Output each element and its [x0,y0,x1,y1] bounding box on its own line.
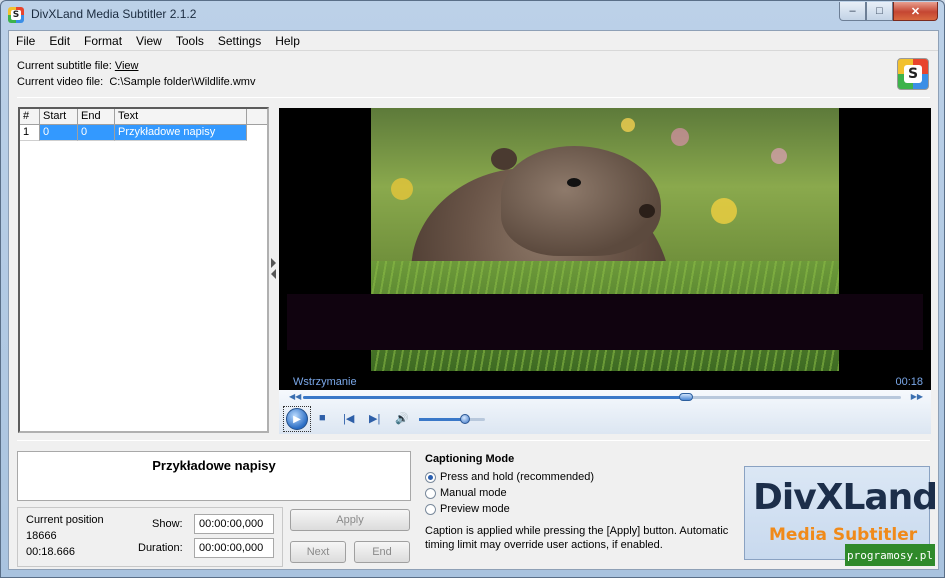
subtitle-file-link[interactable]: View [115,60,139,72]
menu-help[interactable]: Help [268,31,307,50]
flower-image [621,118,635,132]
col-header-num[interactable]: # [20,109,40,125]
menu-file[interactable]: File [9,31,42,50]
cell-end[interactable]: 0 [78,125,115,141]
menu-bar: File Edit Format View Tools Settings Hel… [9,31,938,51]
cell-text[interactable]: Przykładowe napisy [115,125,247,141]
captioning-note: Caption is applied while pressing the [A… [425,525,729,551]
flower-image [711,198,737,224]
brand-subtitle: Media Subtitler [769,525,918,545]
table-row[interactable]: 1 0 0 Przykładowe napisy [20,125,267,141]
menu-settings[interactable]: Settings [211,31,268,50]
radio-press-hold[interactable]: Press and hold (recommended) [425,471,594,483]
col-header-start[interactable]: Start [40,109,78,125]
seek-bar[interactable] [303,393,901,401]
position-panel: Current position 18666 00:18.666 Show: D… [17,507,283,567]
cell-num: 1 [20,125,40,141]
caption-preview: Przykładowe napisy [17,451,411,501]
previous-icon[interactable]: |◀ [343,412,354,425]
app-logo-icon: S [897,58,929,90]
caption-area [287,294,923,350]
radio-label: Manual mode [440,487,507,499]
grid-header: # Start End Text [20,109,267,125]
divider [17,440,930,441]
player-controls: ◀◀ ▶▶ ▶ ■ |◀ ▶| 🔊 [279,390,931,434]
menu-view[interactable]: View [129,31,169,50]
show-label: Show: [152,518,183,530]
flower-image [771,148,787,164]
arrow-left-icon [271,269,276,279]
video-file-path: C:\Sample folder\Wildlife.wmv [109,76,256,88]
seek-handle[interactable] [678,393,693,401]
position-ms: 18666 [26,530,57,542]
menu-edit[interactable]: Edit [42,31,77,50]
volume-level [419,418,466,421]
play-icon: ▶ [286,408,308,430]
minimize-button[interactable]: – [839,2,866,21]
radio-icon [425,487,436,499]
video-file-info: Current video file: C:\Sample folder\Wil… [17,76,255,88]
flower-image [671,128,689,146]
show-time-field[interactable]: 00:00:00,000 [194,514,274,534]
close-button[interactable]: ✕ [893,2,938,21]
col-header-text[interactable]: Text [115,109,247,125]
stop-icon[interactable]: ■ [319,412,326,424]
position-label: Current position [26,514,104,526]
panel-splitter[interactable] [271,257,277,281]
radio-label: Press and hold (recommended) [440,471,595,483]
video-file-label: Current video file: [17,76,104,88]
radio-label: Preview mode [440,503,510,515]
volume-slider[interactable] [419,414,485,424]
app-logo-icon[interactable]: S [8,7,24,23]
next-icon[interactable]: ▶| [369,412,380,425]
end-button[interactable]: End [354,541,410,563]
captioning-mode-title: Captioning Mode [425,453,515,465]
position-time: 00:18.666 [26,546,75,558]
rewind-icon[interactable]: ◀◀ [289,392,301,401]
duration-field[interactable]: 00:00:00,000 [194,538,274,558]
radio-preview[interactable]: Preview mode [425,503,510,515]
play-button[interactable]: ▶ [283,406,311,432]
apply-button[interactable]: Apply [290,509,410,531]
playback-time: 00:18 [895,376,923,388]
seek-progress [303,396,686,399]
marmot-nose [639,204,655,218]
subtitle-grid[interactable]: # Start End Text 1 0 0 Przykładowe napis… [18,107,269,433]
subtitle-file-label: Current subtitle file: [17,60,112,72]
duration-label: Duration: [138,542,183,554]
watermark: programosy.pl [845,544,935,566]
fast-forward-icon[interactable]: ▶▶ [911,392,923,401]
brand-title: DivXLand [753,477,938,518]
radio-manual[interactable]: Manual mode [425,487,507,499]
divider [17,97,930,98]
client-area: File Edit Format View Tools Settings Hel… [8,30,939,570]
video-player[interactable]: Wstrzymanie 00:18 ◀◀ ▶▶ ▶ ■ |◀ ▶| 🔊 [279,108,931,434]
cell-start[interactable]: 0 [40,125,78,141]
subtitle-file-info: Current subtitle file: View [17,60,138,72]
title-bar[interactable]: S DivXLand Media Subtitler 2.1.2 – □ ✕ [1,1,944,29]
speaker-icon[interactable]: 🔊 [395,412,409,425]
marmot-head [501,146,661,256]
radio-icon [425,503,436,515]
radio-selected-icon [425,471,436,483]
next-button[interactable]: Next [290,541,346,563]
app-window: S DivXLand Media Subtitler 2.1.2 – □ ✕ F… [0,0,945,578]
arrow-right-icon [271,258,276,268]
maximize-button[interactable]: □ [866,2,893,21]
playback-status: Wstrzymanie [293,376,357,388]
menu-tools[interactable]: Tools [169,31,211,50]
window-title: DivXLand Media Subtitler 2.1.2 [31,7,197,21]
volume-handle[interactable] [460,414,471,424]
marmot-eye [567,178,581,187]
col-header-end[interactable]: End [78,109,115,125]
flower-image [391,178,413,200]
menu-format[interactable]: Format [77,31,129,50]
